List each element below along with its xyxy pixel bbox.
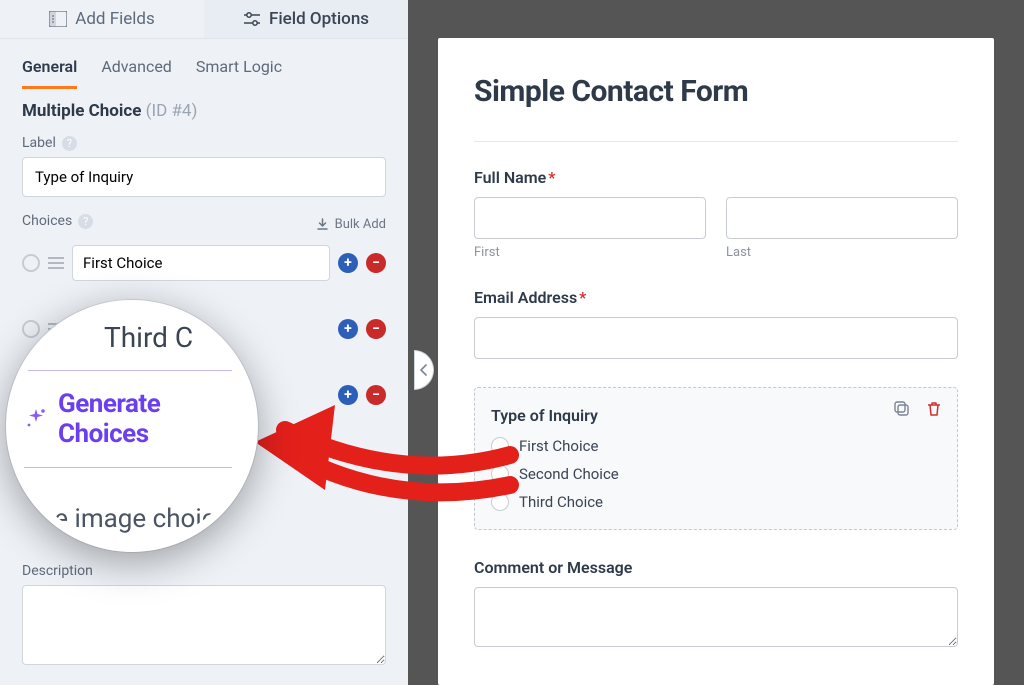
remove-choice-button[interactable]: − [366,319,386,339]
top-tabs: Add Fields Field Options [0,0,408,39]
bulk-add-label: Bulk Add [335,217,386,232]
help-icon[interactable]: ? [62,136,77,151]
choice-input[interactable] [72,245,330,281]
magnifier-partial-text: Third C [104,322,232,352]
choice-row: + − [22,245,386,281]
email-label: Email Address [474,288,577,307]
first-name-input[interactable] [474,197,706,239]
description-label: Description [22,563,386,579]
subtabs: General Advanced Smart Logic [0,39,408,101]
inquiry-option[interactable]: Third Choice [491,493,941,511]
field-block-name: Full Name* First Last [474,168,958,260]
choices-label: Choices ? [22,213,93,229]
duplicate-icon[interactable] [893,400,911,418]
sparkle-icon [24,407,48,431]
trash-icon[interactable] [925,400,943,418]
remove-choice-button[interactable]: − [366,253,386,273]
subtab-general[interactable]: General [22,57,77,89]
magnifier-overlay: Third C Generate Choices Use image choic [6,300,258,552]
field-id: (ID #4) [146,101,198,121]
field-heading: Multiple Choice (ID #4) [22,101,386,121]
description-input[interactable] [22,585,386,665]
use-image-choices-label[interactable]: Use image choic [24,504,232,534]
help-icon[interactable]: ? [78,214,93,229]
first-sublabel: First [474,245,706,260]
drag-handle-icon[interactable] [48,257,64,269]
inquiry-label: Type of Inquiry [491,406,941,425]
tab-field-options[interactable]: Field Options [204,0,408,38]
form-title: Simple Contact Form [474,74,958,109]
add-choice-button[interactable]: + [338,253,358,273]
comment-label: Comment or Message [474,558,958,577]
field-block-comment: Comment or Message [474,558,958,651]
field-block-email: Email Address* [474,288,958,359]
fields-icon [49,11,67,27]
form-card: Simple Contact Form Full Name* First Las… [438,38,994,685]
last-name-input[interactable] [726,197,958,239]
inquiry-option[interactable]: Second Choice [491,465,941,483]
generate-choices-button[interactable]: Generate Choices [24,370,232,468]
email-input[interactable] [474,317,958,359]
sliders-icon [243,11,261,27]
bulk-add-link[interactable]: Bulk Add [316,217,386,232]
field-type: Multiple Choice [22,101,141,121]
generate-choices-label: Generate Choices [58,389,232,449]
form-preview: Simple Contact Form Full Name* First Las… [408,0,1024,685]
tab-field-options-label: Field Options [269,9,369,29]
inquiry-option[interactable]: First Choice [491,437,941,455]
tab-add-fields-label: Add Fields [75,9,155,29]
choice-default-radio[interactable] [22,254,40,272]
selected-field-inquiry[interactable]: Type of Inquiry First Choice Second Choi… [474,387,958,530]
add-choice-button[interactable]: + [338,319,358,339]
full-name-label: Full Name [474,168,546,187]
subtab-smart-logic[interactable]: Smart Logic [196,57,282,89]
download-icon [316,218,329,231]
subtab-advanced[interactable]: Advanced [101,57,172,89]
label-label: Label ? [22,135,386,151]
comment-input[interactable] [474,587,958,647]
last-sublabel: Last [726,245,958,260]
tab-add-fields[interactable]: Add Fields [0,0,204,38]
label-input[interactable] [22,157,386,197]
